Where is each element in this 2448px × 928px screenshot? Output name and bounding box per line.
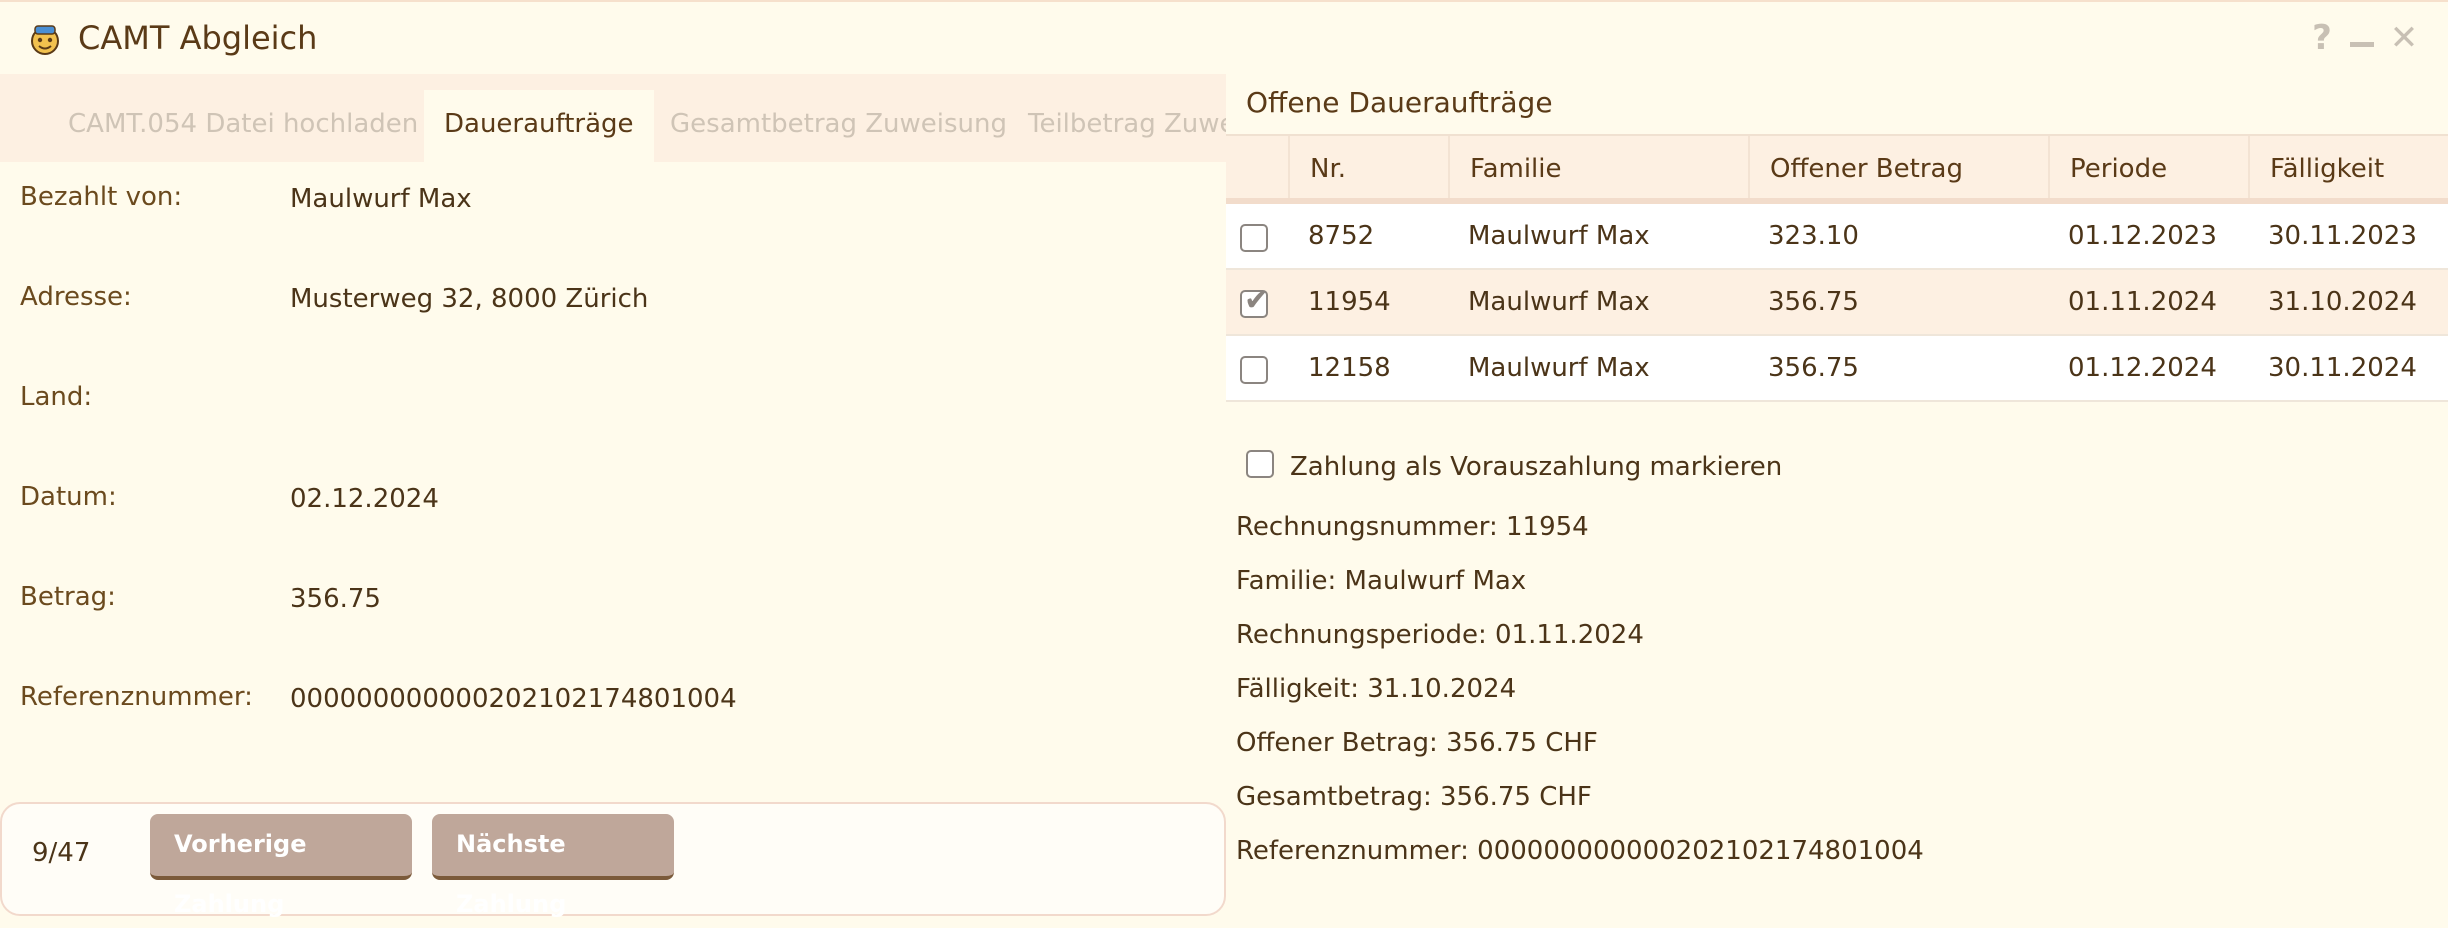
payment-panel: CAMT.054 Datei hochladen Daueraufträge G… — [0, 72, 1226, 928]
tab-bar: CAMT.054 Datei hochladen Daueraufträge G… — [0, 74, 1226, 162]
field-label: Datum: — [20, 482, 117, 512]
column-header-familie[interactable]: Familie — [1448, 136, 1748, 198]
row-checkbox[interactable] — [1240, 356, 1268, 384]
table-row[interactable]: 12158 Maulwurf Max 356.75 01.12.2024 30.… — [1226, 336, 2448, 402]
select-cell: ✔ — [1226, 270, 1288, 334]
tab-dauerauftraege[interactable]: Daueraufträge — [424, 90, 654, 162]
title-bar: CAMT Abgleich ? ✕ — [0, 4, 2448, 72]
field-label: Betrag: — [20, 582, 116, 612]
app-logo-icon — [31, 25, 59, 55]
summary-rechnungsnummer: Rechnungsnummer: 11954 — [1236, 512, 1589, 542]
cell-familie: Maulwurf Max — [1468, 353, 1650, 383]
prepayment-label[interactable]: Zahlung als Vorauszahlung markieren — [1290, 452, 1782, 482]
field-label: Bezahlt von: — [20, 182, 183, 212]
summary-offener-betrag: Offener Betrag: 356.75 CHF — [1236, 728, 1598, 758]
table-row[interactable]: ✔ 11954 Maulwurf Max 356.75 01.11.2024 3… — [1226, 270, 2448, 336]
cell-betrag: 323.10 — [1768, 221, 1859, 251]
column-header-faelligkeit[interactable]: Fälligkeit — [2248, 136, 2448, 198]
standing-orders-panel: Offene Daueraufträge Nr. Familie Offener… — [1226, 72, 2448, 928]
cell-periode: 01.11.2024 — [2068, 287, 2217, 317]
field-label: Referenznummer: — [20, 682, 253, 712]
field-value: 000000000000202102174801004 — [290, 684, 737, 714]
select-cell — [1226, 336, 1288, 400]
column-header-select — [1226, 136, 1288, 198]
field-value: 02.12.2024 — [290, 484, 439, 514]
help-icon[interactable]: ? — [2304, 18, 2340, 58]
column-header-periode[interactable]: Periode — [2048, 136, 2248, 198]
cell-betrag: 356.75 — [1768, 287, 1859, 317]
summary-gesamtbetrag: Gesamtbetrag: 356.75 CHF — [1236, 782, 1592, 812]
window-title: CAMT Abgleich — [78, 19, 318, 57]
field-label: Land: — [20, 382, 93, 412]
prepayment-checkbox[interactable] — [1246, 450, 1274, 478]
summary-faelligkeit: Fälligkeit: 31.10.2024 — [1236, 674, 1517, 704]
row-checkbox[interactable]: ✔ — [1240, 286, 1269, 318]
cell-faelligkeit: 31.10.2024 — [2268, 287, 2417, 317]
row-checkbox[interactable] — [1240, 224, 1268, 252]
column-header-nr[interactable]: Nr. — [1288, 136, 1448, 198]
payment-counter: 9/47 — [32, 838, 91, 868]
minimize-icon[interactable] — [2344, 18, 2380, 58]
cell-faelligkeit: 30.11.2024 — [2268, 353, 2417, 383]
summary-rechnungsperiode: Rechnungsperiode: 01.11.2024 — [1236, 620, 1644, 650]
field-bezahlt-von: Bezahlt von: Maulwurf Max — [0, 182, 1226, 242]
field-datum: Datum: 02.12.2024 — [0, 482, 1226, 542]
field-value: Musterweg 32, 8000 Zürich — [290, 284, 649, 314]
field-referenznummer: Referenznummer: 000000000000202102174801… — [0, 682, 1226, 742]
cell-nr: 12158 — [1308, 353, 1391, 383]
summary-referenznummer: Referenznummer: 000000000000202102174801… — [1236, 836, 1924, 866]
cell-betrag: 356.75 — [1768, 353, 1859, 383]
cell-nr: 8752 — [1308, 221, 1375, 251]
column-header-betrag[interactable]: Offener Betrag — [1748, 136, 2048, 198]
cell-familie: Maulwurf Max — [1468, 221, 1650, 251]
panel-title: Offene Daueraufträge — [1246, 86, 1553, 119]
cell-periode: 01.12.2023 — [2068, 221, 2217, 251]
cell-faelligkeit: 30.11.2023 — [2268, 221, 2417, 251]
cell-familie: Maulwurf Max — [1468, 287, 1650, 317]
cell-nr: 11954 — [1308, 287, 1391, 317]
field-label: Adresse: — [20, 282, 132, 312]
cell-periode: 01.12.2024 — [2068, 353, 2217, 383]
table-row[interactable]: 8752 Maulwurf Max 323.10 01.12.2023 30.1… — [1226, 204, 2448, 270]
tab-camt-upload[interactable]: CAMT.054 Datei hochladen — [48, 90, 438, 162]
payment-navigation: 9/47 Vorherige Zahlung Nächste Zahlung — [0, 802, 1226, 918]
orders-table: Nr. Familie Offener Betrag Periode Fälli… — [1226, 134, 2448, 402]
next-payment-button[interactable]: Nächste Zahlung — [432, 814, 674, 918]
tab-gesamtbetrag[interactable]: Gesamtbetrag Zuweisung — [650, 90, 1027, 162]
field-value: 356.75 — [290, 584, 381, 614]
summary-familie: Familie: Maulwurf Max — [1236, 566, 1527, 596]
field-land: Land: — [0, 382, 1226, 442]
field-value: Maulwurf Max — [290, 184, 472, 214]
camt-window: CAMT Abgleich ? ✕ CAMT.054 Datei hochlad… — [0, 0, 2448, 928]
checkmark-icon: ✔ — [1244, 283, 1270, 318]
table-header: Nr. Familie Offener Betrag Periode Fälli… — [1226, 136, 2448, 204]
previous-payment-button[interactable]: Vorherige Zahlung — [150, 814, 412, 918]
field-betrag: Betrag: 356.75 — [0, 582, 1226, 642]
field-adresse: Adresse: Musterweg 32, 8000 Zürich — [0, 282, 1226, 342]
close-icon[interactable]: ✕ — [2386, 18, 2422, 58]
select-cell — [1226, 204, 1288, 268]
tab-teilbetrag[interactable]: Teilbetrag Zuweisung — [1008, 90, 1226, 162]
